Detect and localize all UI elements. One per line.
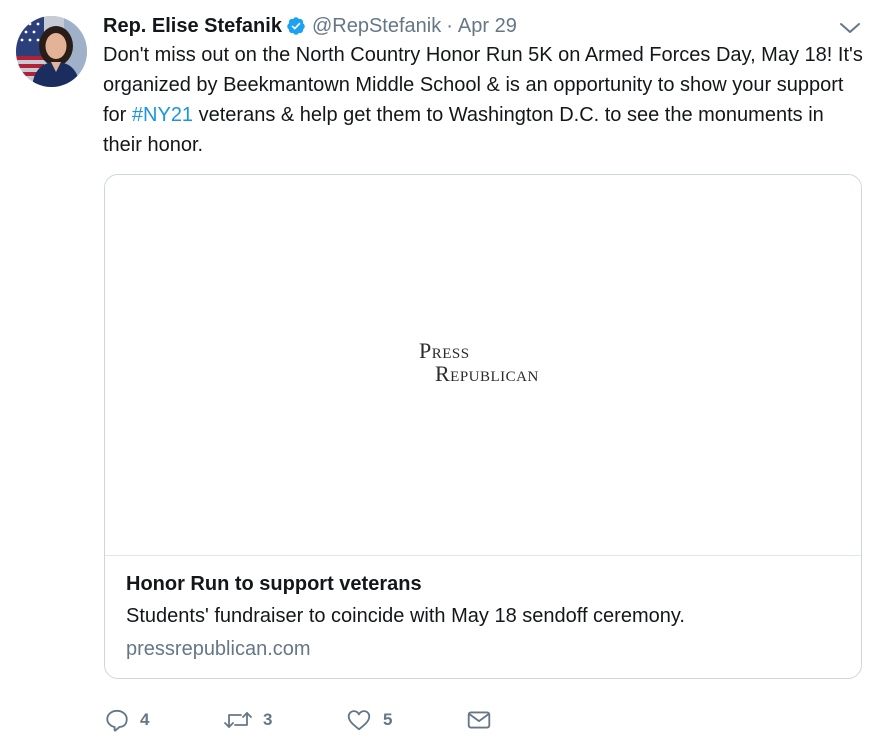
card-description: Students' fundraiser to coincide with Ma… — [126, 605, 685, 627]
tweet-date[interactable]: Apr 29 — [458, 15, 517, 38]
avatar[interactable] — [16, 16, 87, 87]
direct-message-button[interactable] — [465, 706, 493, 734]
like-count: 5 — [383, 710, 393, 729]
author-name[interactable]: Rep. Elise Stefanik — [103, 15, 282, 38]
retweet-button[interactable]: 3 — [223, 706, 272, 734]
hashtag-link[interactable]: #NY21 — [132, 104, 193, 126]
tweet-text-end: veterans & help get them to Washington D… — [103, 104, 824, 156]
retweet-count: 3 — [263, 710, 273, 729]
logo-line-2: Republican — [435, 361, 539, 386]
card-image: Press Republican — [105, 175, 861, 556]
reply-count: 4 — [140, 710, 150, 729]
avatar-photo — [16, 16, 87, 87]
reply-button[interactable]: 4 — [104, 706, 149, 734]
tweet: Rep. Elise Stefanik @RepStefanik · Apr 2… — [0, 0, 878, 746]
tweet-text: Don't miss out on the North Country Hono… — [103, 40, 868, 160]
header-separator: · — [446, 14, 453, 37]
heart-icon — [347, 710, 371, 731]
card-title: Honor Run to support veterans — [126, 573, 422, 595]
link-preview-card[interactable]: Press Republican Honor Run to support ve… — [104, 174, 862, 679]
retweet-icon — [224, 712, 252, 728]
like-button[interactable]: 5 — [345, 706, 392, 734]
envelope-icon — [467, 711, 491, 729]
reply-icon — [106, 709, 128, 732]
tweet-header: Rep. Elise Stefanik @RepStefanik · Apr 2… — [103, 12, 517, 40]
logo-line-1: Press — [419, 338, 470, 363]
card-domain: pressrepublican.com — [126, 638, 311, 660]
chevron-down-icon[interactable] — [836, 16, 864, 40]
verified-badge-icon — [287, 17, 305, 35]
press-republican-logo: Press Republican — [419, 340, 539, 385]
author-handle[interactable]: @RepStefanik — [312, 15, 441, 38]
